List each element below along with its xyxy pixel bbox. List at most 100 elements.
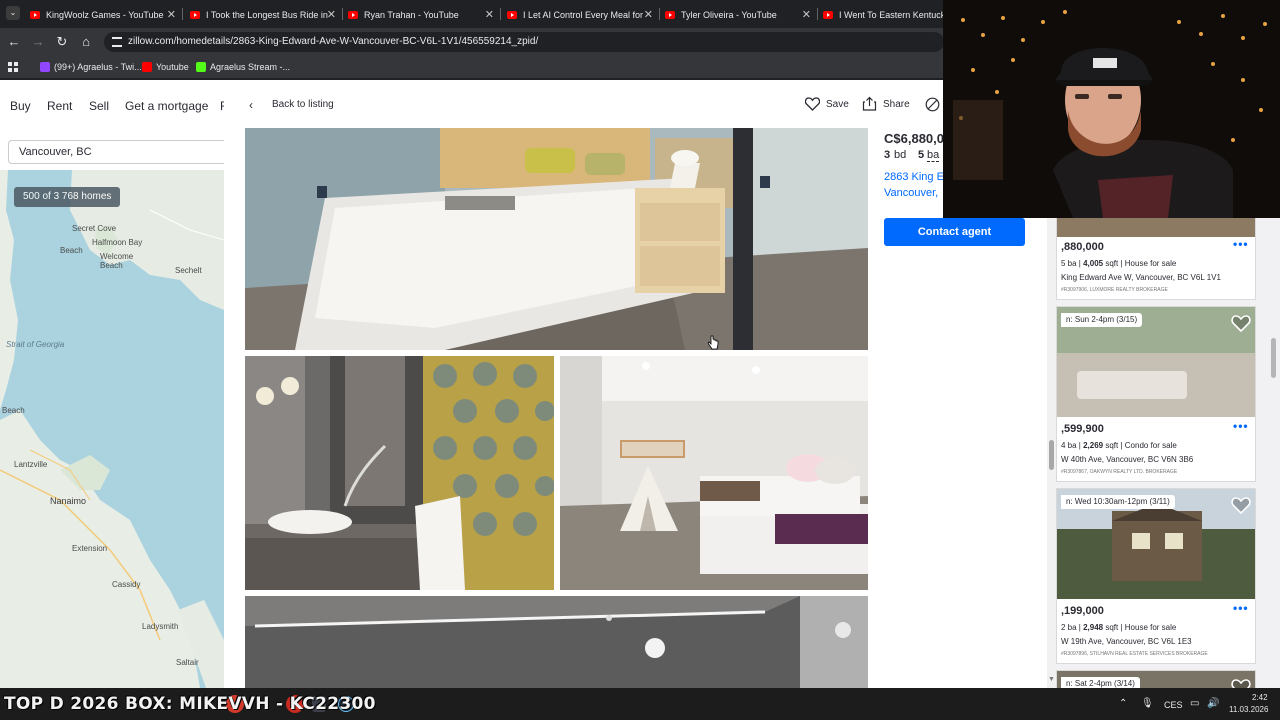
clock-date[interactable]: 11.03.2026 (1229, 705, 1268, 714)
address-bar[interactable]: zillow.com/homedetails/2863-King-Edward-… (104, 32, 944, 52)
map-label: Lantzville (14, 460, 48, 469)
map-label: Strait of Georgia (6, 340, 65, 349)
kick-icon (196, 62, 206, 72)
microphone-icon[interactable]: 🎙 (1141, 698, 1154, 709)
home-count-badge: 500 of 3 768 homes (14, 187, 121, 207)
save-heart-icon[interactable] (1231, 677, 1251, 688)
tab-title: I Took the Longest Bus Ride in (206, 10, 328, 20)
share-icon[interactable] (862, 96, 877, 111)
close-icon[interactable]: ✕ (327, 8, 336, 21)
contact-agent-button[interactable]: Contact agent (884, 218, 1025, 246)
open-house-badge: n: Sun 2-4pm (3/15) (1061, 313, 1143, 327)
listing-card-address: W 40th Ave, Vancouver, BC V6N 3B6 (1061, 455, 1194, 464)
tab-divider (342, 8, 343, 20)
listing-address-line1[interactable]: 2863 King E (884, 171, 944, 183)
youtube-icon (507, 11, 517, 19)
bookmark-twitch[interactable]: (99+) Agraelus - Twi... (40, 60, 142, 74)
tab-kingwoolz[interactable]: KingWoolz Games - YouTube ✕ (30, 4, 180, 26)
back-arrow-icon[interactable]: ← (6, 34, 22, 50)
listing-photo-bathroom[interactable] (245, 356, 554, 590)
heart-icon[interactable] (805, 97, 820, 111)
save-heart-icon[interactable] (1231, 313, 1251, 333)
hand-cursor-icon (707, 335, 719, 350)
location-search-input[interactable]: Vancouver, BC (8, 140, 224, 164)
share-button[interactable]: Share (883, 99, 910, 110)
modal-scrollbar[interactable]: ▼ (1047, 218, 1056, 688)
listing-card-broker: #R3097906, LUXMORE REALTY BROKERAGE (1061, 287, 1168, 293)
listing-card[interactable]: n: Sat 2-4pm (3/14) (1056, 670, 1256, 688)
open-house-badge: n: Wed 10:30am-12pm (3/11) (1061, 495, 1175, 509)
close-icon[interactable]: ✕ (167, 8, 176, 21)
tab-search-icon[interactable]: ⌄ (6, 6, 20, 20)
listing-address-line2[interactable]: Vancouver, (884, 187, 938, 199)
listing-card-price: ,880,000 (1061, 241, 1104, 253)
youtube-icon (823, 11, 833, 19)
photo-window (1132, 533, 1150, 549)
volume-icon[interactable]: 🔊 (1207, 698, 1219, 709)
language-indicator[interactable]: CES (1164, 700, 1183, 710)
listing-photo-bedroom[interactable] (245, 128, 868, 350)
tab-title: Ryan Trahan - YouTube (364, 10, 459, 20)
forward-arrow-icon[interactable]: → (30, 34, 46, 50)
tab-ryan-trahan[interactable]: Ryan Trahan - YouTube ✕ (348, 4, 498, 26)
tab-kentucky[interactable]: I Went To Eastern Kentucky (A (823, 4, 943, 26)
hide-icon[interactable] (925, 97, 940, 112)
url-text: zillow.com/homedetails/2863-King-Edward-… (128, 36, 539, 47)
nav-rent[interactable]: Rent (47, 99, 72, 113)
listing-photo-ceiling[interactable] (245, 596, 868, 688)
back-to-listing-link[interactable]: Back to listing (272, 99, 334, 110)
save-heart-icon[interactable] (1231, 495, 1251, 515)
open-house-badge: n: Sat 2-4pm (3/14) (1061, 677, 1140, 688)
nav-sell[interactable]: Sell (89, 99, 109, 113)
listing-card-facts: 2 ba | 2,948 sqft | House for sale (1061, 623, 1176, 632)
facts-sqft: 4,005 (1083, 259, 1104, 268)
close-icon[interactable]: ✕ (485, 8, 494, 21)
photo-window (1165, 533, 1183, 549)
bookmark-label: Youtube (156, 62, 189, 72)
more-options-icon[interactable]: ••• (1233, 601, 1249, 615)
tab-tyler-oliveira[interactable]: Tyler Oliveira - YouTube ✕ (665, 4, 815, 26)
tab-divider (182, 8, 183, 20)
bookmark-youtube[interactable]: Youtube (142, 60, 189, 74)
tab-ai-meal[interactable]: I Let AI Control Every Meal for ✕ (507, 4, 657, 26)
site-info-icon[interactable] (112, 37, 122, 47)
youtube-icon (348, 11, 358, 19)
map-panel[interactable]: Secret Cove Halfmoon Bay Beach Welcome B… (0, 170, 224, 688)
nav-buy[interactable]: Buy (10, 99, 31, 113)
listing-card-price: ,599,900 (1061, 423, 1104, 435)
bookmark-kick[interactable]: Agraelus Stream -... (196, 60, 290, 74)
results-scrollbar-thumb[interactable] (1271, 338, 1276, 378)
nav-get-mortgage[interactable]: Get a mortgage (125, 99, 208, 113)
tray-chevron-icon[interactable]: ⌃ (1119, 698, 1127, 709)
photo-bedroom-art (245, 128, 868, 350)
more-options-icon[interactable]: ••• (1233, 419, 1249, 433)
facts-prefix: 4 ba | (1061, 441, 1084, 450)
more-options-icon[interactable]: ••• (1233, 237, 1249, 251)
monitor-icon[interactable]: ▭ (1190, 698, 1199, 709)
tab-bus-ride[interactable]: I Took the Longest Bus Ride in ✕ (190, 4, 340, 26)
listing-card[interactable]: n: Wed 10:30am-12pm (3/11) ,199,000 ••• … (1056, 488, 1256, 664)
close-icon[interactable]: ✕ (802, 8, 811, 21)
listing-card[interactable]: n: Sun 2-4pm (3/15) ,599,900 ••• 4 ba | … (1056, 306, 1256, 482)
photo-ceiling-art (245, 596, 868, 688)
scroll-down-arrow-icon[interactable]: ▼ (1048, 676, 1055, 683)
clock-time[interactable]: 2:42 (1252, 693, 1268, 702)
tab-title: KingWoolz Games - YouTube (46, 10, 164, 20)
save-button[interactable]: Save (826, 99, 849, 110)
listing-photo-kids-room[interactable] (560, 356, 868, 590)
close-icon[interactable]: ✕ (644, 8, 653, 21)
listing-card[interactable]: ,880,000 ••• 5 ba | 4,005 sqft | House f… (1056, 218, 1256, 300)
webcam-feed-art (943, 0, 1280, 218)
search-results-list: ,880,000 ••• 5 ba | 4,005 sqft | House f… (1056, 218, 1280, 688)
map-label: Halfmoon Bay (92, 238, 143, 247)
home-icon[interactable]: ⌂ (78, 34, 94, 50)
bed-unit: bd (894, 149, 907, 161)
photo-sofa (1077, 371, 1187, 399)
back-chevron-icon[interactable]: ‹ (249, 98, 253, 112)
tab-divider (659, 8, 660, 20)
reload-icon[interactable]: ↻ (54, 34, 70, 50)
scrollbar-thumb[interactable] (1049, 440, 1054, 470)
listing-card-price: ,199,000 (1061, 605, 1104, 617)
facts-suffix: sqft | Condo for sale (1103, 441, 1177, 450)
apps-grid-icon[interactable] (8, 60, 18, 74)
